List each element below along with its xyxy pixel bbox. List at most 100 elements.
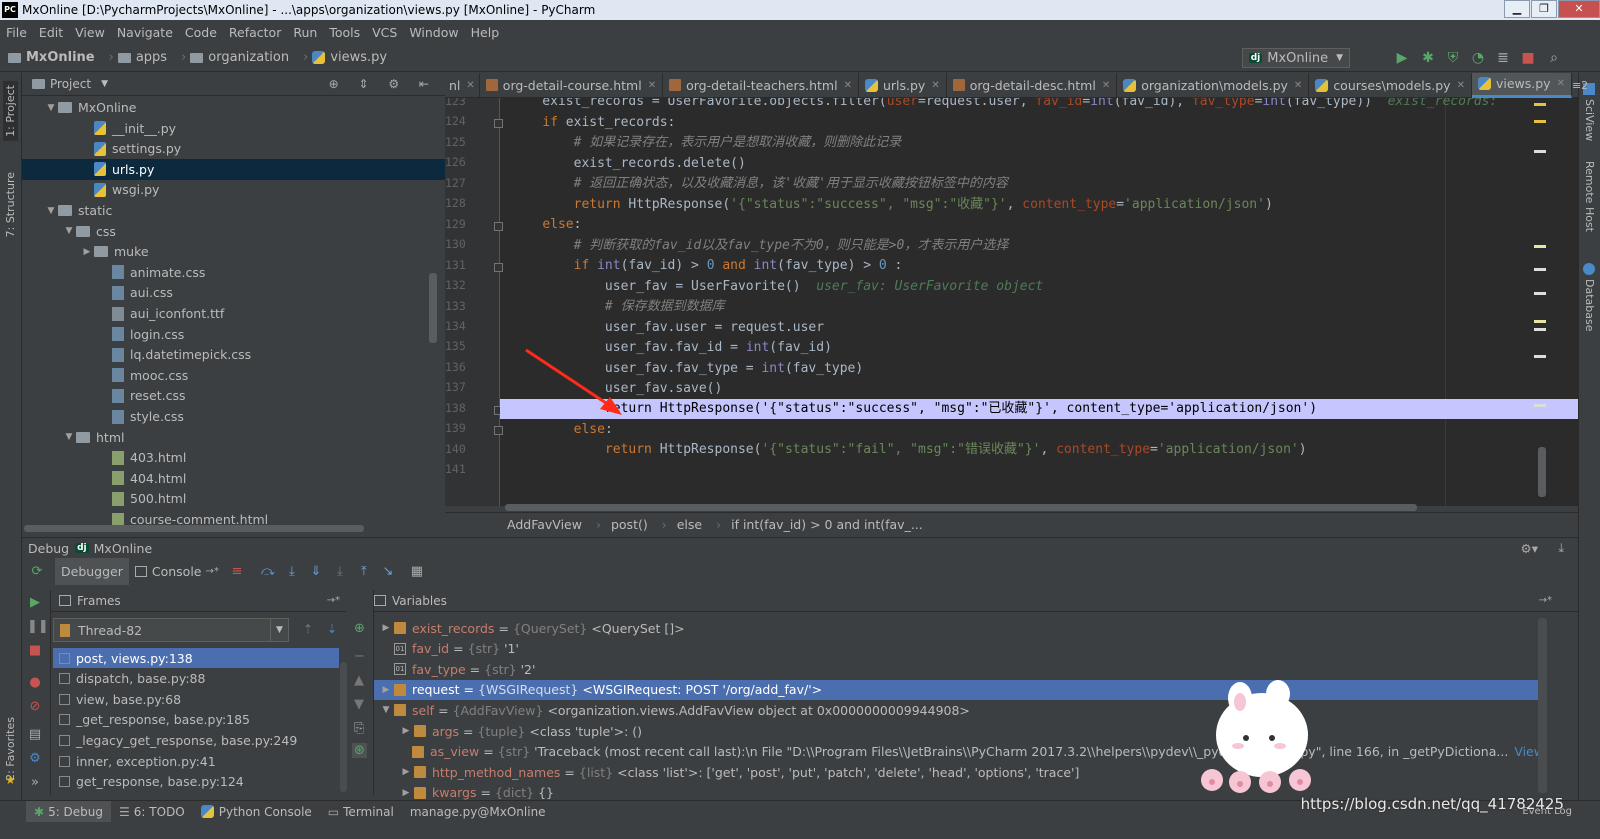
step-over-icon[interactable]: ⤼ <box>259 563 277 581</box>
chevron-down-icon[interactable]: ▼ <box>62 432 76 442</box>
show-execution-point-icon[interactable]: ≡ <box>228 563 246 581</box>
nav-crumb-apps[interactable]: apps <box>117 50 167 65</box>
chevron-right-icon[interactable]: ▶ <box>398 788 414 798</box>
gear-icon[interactable]: ⚙▾ <box>1521 541 1538 556</box>
line-number[interactable]: 134 <box>445 319 466 333</box>
line-number[interactable]: 128 <box>445 196 466 210</box>
breadcrumb-class[interactable]: AddFavView <box>507 517 582 532</box>
tree-item[interactable]: mooc.css <box>22 365 445 386</box>
tree-item[interactable]: aui.css <box>22 282 445 303</box>
tree-item[interactable]: urls.py <box>22 158 445 180</box>
tree-item[interactable]: ▼ css <box>22 221 445 242</box>
breadcrumb-else[interactable]: else <box>677 517 702 532</box>
code-editor[interactable]: 123 124 125 126 127 128 129 130 131 132 133 134 135 1… <box>445 98 1578 506</box>
tree-item[interactable]: __init__.py <box>22 118 445 139</box>
menu-edit[interactable]: Edit <box>39 25 63 40</box>
editor-horizontal-scrollbar[interactable] <box>505 504 1417 511</box>
tool-tab-remote-host[interactable]: Remote Host <box>1583 161 1596 232</box>
chevron-down-icon[interactable]: ▼ <box>44 103 58 113</box>
restore-layout-icon[interactable]: ▤ <box>27 727 43 743</box>
tool-tab-project[interactable]: 1: Project <box>3 81 18 141</box>
error-stripe-marker[interactable] <box>1534 268 1546 271</box>
line-number[interactable]: 130 <box>445 237 466 251</box>
tab-debugger[interactable]: Debugger <box>55 558 129 585</box>
tree-item[interactable]: settings.py <box>22 138 445 159</box>
error-stripe-marker[interactable] <box>1534 328 1546 331</box>
thread-select[interactable]: Thread-82 ▼ <box>53 618 289 642</box>
chevron-down-icon[interactable]: ▼ <box>44 206 58 216</box>
menu-vcs[interactable]: VCS <box>372 25 397 40</box>
remove-watch-icon[interactable]: − <box>354 649 365 664</box>
close-button[interactable]: ✕ <box>1558 0 1600 18</box>
force-step-into-icon[interactable]: ⤓ <box>331 563 349 581</box>
variable-row[interactable]: ▶ args = {tuple} <class 'tuple'>: () <box>374 721 1544 741</box>
variable-row[interactable]: as_view = {str} 'Traceback (most recent cal… <box>374 742 1544 762</box>
variable-row[interactable]: 01 fav_id = {str} '1' <box>374 639 1544 659</box>
run-to-cursor-icon[interactable]: ↘ <box>379 563 397 581</box>
tree-item[interactable]: wsgi.py <box>22 179 445 200</box>
tool-button-python-console[interactable]: Python Console <box>193 801 320 823</box>
menu-file[interactable]: File <box>6 25 27 40</box>
tree-item[interactable]: aui_iconfont.ttf <box>22 303 445 324</box>
tree-item[interactable]: login.css <box>22 324 445 345</box>
line-number[interactable]: 129 <box>445 217 466 231</box>
error-stripe-marker[interactable] <box>1534 404 1546 407</box>
menu-view[interactable]: View <box>75 25 105 40</box>
tree-item[interactable]: ▼ html <box>22 427 445 448</box>
stop-icon[interactable]: ■ <box>1520 50 1536 66</box>
fold-marker-icon[interactable] <box>494 221 503 231</box>
view-breakpoints-icon[interactable]: ● <box>27 675 43 691</box>
tree-item[interactable]: ▼ static <box>22 200 445 221</box>
tab-overflow-menu[interactable]: ≡2 <box>1572 79 1596 92</box>
line-number[interactable]: 123 <box>445 98 466 108</box>
close-icon[interactable]: ✕ <box>931 80 939 91</box>
error-stripe-marker[interactable] <box>1534 320 1546 323</box>
chevron-right-icon[interactable]: ▶ <box>378 685 394 695</box>
down-icon[interactable]: ▼ <box>354 697 364 712</box>
search-icon[interactable]: ⌕ <box>1546 50 1562 66</box>
project-horizontal-scrollbar[interactable] <box>24 525 364 532</box>
tab-overflow-left[interactable]: nl ✕ <box>445 72 480 98</box>
mute-breakpoints-icon[interactable]: ⊘ <box>27 699 43 715</box>
variable-row[interactable]: 01 fav_type = {str} '2' <box>374 659 1544 679</box>
nav-crumb-file[interactable]: views.py <box>312 50 387 65</box>
breadcrumb-if[interactable]: if int(fav_id) > 0 and int(fav_... <box>731 517 923 532</box>
chevron-right-icon[interactable]: ▶ <box>80 247 94 257</box>
fold-marker-icon[interactable] <box>494 262 503 272</box>
previous-frame-icon[interactable]: ⇡ <box>303 622 313 636</box>
menu-help[interactable]: Help <box>471 25 500 40</box>
tool-button-terminal[interactable]: ▭ Terminal <box>320 801 402 823</box>
tool-tab-structure[interactable]: 7: Structure <box>3 168 18 241</box>
error-stripe-marker[interactable] <box>1534 120 1546 123</box>
tree-item[interactable]: ▼ MxOnline <box>22 97 445 118</box>
error-stripe-marker[interactable] <box>1534 245 1546 248</box>
tool-button-todo[interactable]: ☰ 6: TODO <box>111 801 193 823</box>
step-out-icon[interactable]: ⤒ <box>355 563 373 581</box>
chevron-down-icon[interactable]: ▼ <box>378 705 394 715</box>
frame-item[interactable]: get_response, base.py:124 <box>53 772 339 792</box>
frame-item[interactable]: _legacy_get_response, base.py:249 <box>53 730 339 750</box>
show-values-icon[interactable]: ⊛ <box>352 743 367 758</box>
menu-tools[interactable]: Tools <box>329 25 360 40</box>
line-number[interactable]: 137 <box>445 380 466 394</box>
line-number[interactable]: 132 <box>445 278 466 292</box>
rerun-icon[interactable]: ⟳ <box>28 563 46 581</box>
tree-item[interactable]: 500.html <box>22 488 445 509</box>
new-watch-icon[interactable]: ⊕ <box>354 621 365 636</box>
close-icon[interactable]: ✕ <box>1102 80 1110 91</box>
variable-row[interactable]: ▼ self = {AddFavView} <organization.views.Ad… <box>374 700 1544 720</box>
minimize-button[interactable]: ▁ <box>1504 0 1530 18</box>
close-icon[interactable]: ✕ <box>1557 78 1565 89</box>
tool-button-manage[interactable]: manage.py@MxOnline <box>402 801 554 823</box>
line-number[interactable]: 138 <box>445 401 466 415</box>
more-icon[interactable]: » <box>27 775 43 791</box>
frame-item[interactable]: view, base.py:68 <box>53 689 339 709</box>
error-stripe-marker[interactable] <box>1534 150 1546 153</box>
variables-scrollbar[interactable] <box>1538 618 1547 793</box>
line-number[interactable]: 124 <box>445 114 466 128</box>
resume-icon[interactable]: ▶ <box>27 595 43 611</box>
debug-icon[interactable]: ✱ <box>1420 50 1436 66</box>
tool-tab-sciview[interactable]: SciView <box>1583 99 1596 141</box>
line-number[interactable]: 127 <box>445 176 466 190</box>
copy-icon[interactable]: ⎘ <box>354 721 364 736</box>
